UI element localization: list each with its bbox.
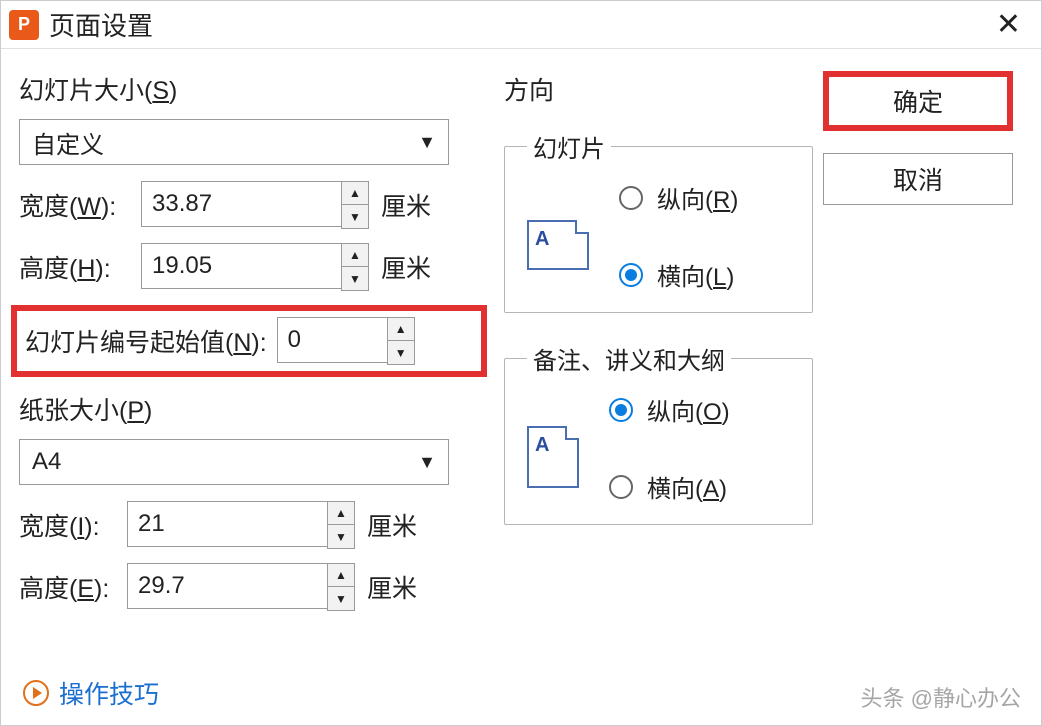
app-icon: P <box>9 10 39 40</box>
page-orientation-icon: A <box>527 220 589 270</box>
paper-width-input[interactable]: 21 <box>127 501 327 547</box>
paper-width-label: 宽度(I): <box>19 507 127 543</box>
spinner-up-icon[interactable]: ▲ <box>388 318 414 341</box>
slides-portrait-radio[interactable]: 纵向(R) <box>619 180 738 215</box>
slide-size-preset-value: 自定义 <box>32 125 104 160</box>
orientation-heading: 方向 <box>504 71 813 107</box>
spinner-up-icon[interactable]: ▲ <box>328 564 354 587</box>
slide-width-row: 宽度(W): 33.87 ▲ ▼ 厘米 <box>19 181 479 229</box>
slides-orientation-group: 幻灯片 A 纵向(R) 横向(L) <box>504 129 813 313</box>
paper-height-label: 高度(E): <box>19 569 127 605</box>
paper-width-row: 宽度(I): 21 ▲ ▼ 厘米 <box>19 501 479 549</box>
start-number-input[interactable]: 0 <box>277 317 387 363</box>
start-number-row: 幻灯片编号起始值(N): 0 ▲ ▼ <box>25 317 473 365</box>
slides-landscape-radio[interactable]: 横向(L) <box>619 257 738 292</box>
chevron-down-icon: ▼ <box>418 132 436 153</box>
slide-size-label: 幻灯片大小(S) <box>19 71 479 107</box>
unit-label: 厘米 <box>381 249 431 285</box>
radio-icon <box>609 398 633 422</box>
unit-label: 厘米 <box>381 187 431 223</box>
paper-width-spinner[interactable]: 21 ▲ ▼ <box>127 501 355 549</box>
slide-width-input[interactable]: 33.87 <box>141 181 341 227</box>
notes-portrait-radio[interactable]: 纵向(O) <box>609 392 730 427</box>
slide-height-input[interactable]: 19.05 <box>141 243 341 289</box>
tips-label: 操作技巧 <box>59 675 159 711</box>
radio-icon <box>609 475 633 499</box>
spinner-down-icon[interactable]: ▼ <box>328 525 354 548</box>
left-column: 幻灯片大小(S) 自定义 ▼ 宽度(W): 33.87 ▲ ▼ 厘米 <box>19 71 479 713</box>
close-icon[interactable]: ✕ <box>986 7 1031 42</box>
page-orientation-icon: A <box>527 426 579 488</box>
slide-width-label: 宽度(W): <box>19 187 141 223</box>
paper-size-preset-value: A4 <box>32 448 61 476</box>
slide-width-spinner[interactable]: 33.87 ▲ ▼ <box>141 181 369 229</box>
paper-height-spinner[interactable]: 29.7 ▲ ▼ <box>127 563 355 611</box>
spinner-up-icon[interactable]: ▲ <box>342 182 368 205</box>
play-icon <box>23 680 49 706</box>
radio-icon <box>619 263 643 287</box>
page-setup-dialog: P 页面设置 ✕ 幻灯片大小(S) 自定义 ▼ 宽度(W): 33.87 <box>0 0 1042 726</box>
spinner-down-icon[interactable]: ▼ <box>328 587 354 610</box>
paper-size-preset-combo[interactable]: A4 ▼ <box>19 439 449 485</box>
paper-size-label: 纸张大小(P) <box>19 391 479 427</box>
radio-icon <box>619 186 643 210</box>
watermark: 头条 @静心办公 <box>861 681 1021 713</box>
paper-height-input[interactable]: 29.7 <box>127 563 327 609</box>
tips-link[interactable]: 操作技巧 <box>23 675 159 711</box>
cancel-button[interactable]: 取消 <box>823 153 1013 205</box>
notes-orientation-group: 备注、讲义和大纲 A 纵向(O) 横向(A) <box>504 341 813 525</box>
button-column: 确定 取消 <box>813 71 1023 713</box>
start-number-highlight: 幻灯片编号起始值(N): 0 ▲ ▼ <box>11 305 487 377</box>
dialog-title: 页面设置 <box>49 6 153 43</box>
ok-button[interactable]: 确定 <box>823 71 1013 131</box>
notes-orientation-legend: 备注、讲义和大纲 <box>527 341 731 376</box>
spinner-up-icon[interactable]: ▲ <box>328 502 354 525</box>
unit-label: 厘米 <box>367 569 417 605</box>
dialog-body: 幻灯片大小(S) 自定义 ▼ 宽度(W): 33.87 ▲ ▼ 厘米 <box>1 49 1041 725</box>
titlebar: P 页面设置 ✕ <box>1 1 1041 49</box>
slide-height-label: 高度(H): <box>19 249 141 285</box>
chevron-down-icon: ▼ <box>418 452 436 473</box>
start-number-label: 幻灯片编号起始值(N): <box>25 323 267 359</box>
slide-height-row: 高度(H): 19.05 ▲ ▼ 厘米 <box>19 243 479 291</box>
spinner-down-icon[interactable]: ▼ <box>388 341 414 364</box>
paper-height-row: 高度(E): 29.7 ▲ ▼ 厘米 <box>19 563 479 611</box>
slide-size-preset-combo[interactable]: 自定义 ▼ <box>19 119 449 165</box>
slides-orientation-legend: 幻灯片 <box>527 129 611 164</box>
spinner-down-icon[interactable]: ▼ <box>342 267 368 290</box>
notes-landscape-radio[interactable]: 横向(A) <box>609 469 730 504</box>
unit-label: 厘米 <box>367 507 417 543</box>
orientation-column: 方向 幻灯片 A 纵向(R) 横向(L) <box>479 71 813 713</box>
spinner-up-icon[interactable]: ▲ <box>342 244 368 267</box>
spinner-down-icon[interactable]: ▼ <box>342 205 368 228</box>
start-number-spinner[interactable]: 0 ▲ ▼ <box>277 317 415 365</box>
slide-height-spinner[interactable]: 19.05 ▲ ▼ <box>141 243 369 291</box>
